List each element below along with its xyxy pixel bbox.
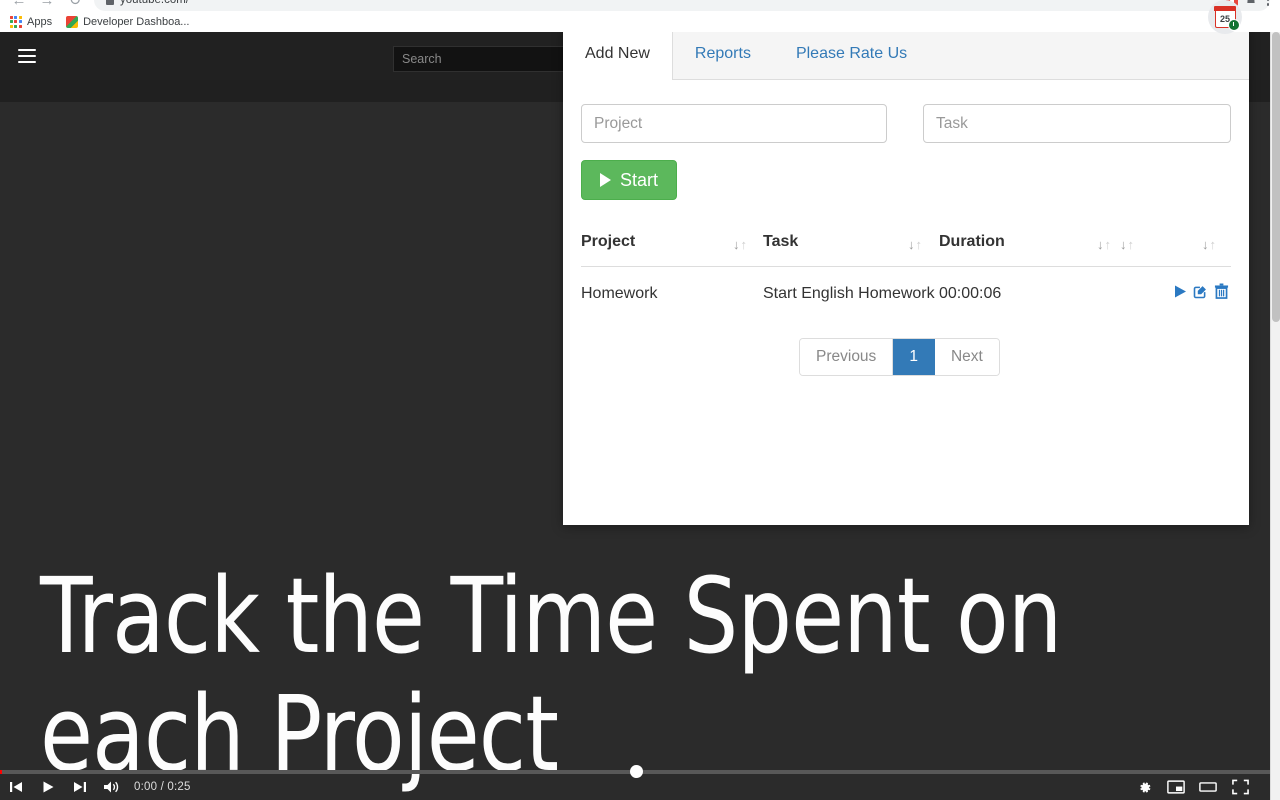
column-header-duration[interactable]: Duration ↓ ↑ [939,233,1114,267]
address-bar-url: youtube.com/ [120,0,190,6]
table-row: Homework Start English Homework 00:00:06 [581,267,1231,321]
video-controls-right [1128,774,1270,800]
gear-icon[interactable] [1128,774,1160,800]
play-icon[interactable] [1174,284,1187,299]
bookmark-developer-dashboard[interactable]: Developer Dashboa... [66,16,189,28]
theater-mode-icon[interactable] [1192,774,1224,800]
developer-dashboard-favicon [66,16,79,28]
kebab-menu-icon[interactable] [1260,0,1276,10]
cell-blank [1114,267,1174,321]
calendar-clock-icon: 25 [1213,5,1240,31]
cell-project: Homework [581,285,658,302]
play-icon [600,173,611,187]
task-input[interactable] [923,104,1231,143]
bookmark-apps-label: Apps [27,16,53,28]
save-page-icon[interactable]: ☗ [1244,0,1258,7]
tab-reports[interactable]: Reports [673,28,774,79]
pagination-page-1[interactable]: 1 [893,339,935,375]
start-button[interactable]: Start [581,160,678,200]
column-header-project[interactable]: Project ↓ ↑ [581,233,763,267]
lock-icon [106,0,114,5]
popup-tab-bar: Add New Reports Please Rate Us [563,28,1249,80]
column-header-task-label: Task [763,233,799,250]
clock-badge-icon [1227,18,1240,31]
extension-popup: Add New Reports Please Rate Us Start Pro… [563,28,1249,525]
tab-please-rate-us[interactable]: Please Rate Us [774,28,930,79]
column-header-actions[interactable]: ↓ ↑ [1174,233,1231,267]
bookmark-apps[interactable]: Apps [10,16,52,28]
row-action-group [1174,281,1231,299]
hamburger-menu-icon[interactable] [18,49,36,63]
youtube-search-placeholder: Search [402,52,442,66]
sort-updown-icon[interactable]: ↓ ↑ [908,238,922,251]
sort-updown-icon[interactable]: ↓ ↑ [1202,238,1216,251]
pagination-next[interactable]: Next [934,339,999,375]
cell-actions [1174,267,1231,321]
bookmark-developer-dashboard-label: Developer Dashboa... [83,16,190,28]
column-header-project-label: Project [581,233,636,250]
table-header-row: Project ↓ ↑ Task ↓ ↑ Duration ↓ ↑ ↓ ↑ ↓ … [581,233,1231,267]
page-scrollbar-thumb[interactable] [1272,32,1280,322]
project-input[interactable] [581,104,887,143]
fullscreen-icon[interactable] [1224,774,1256,800]
sort-updown-icon[interactable]: ↓ ↑ [1097,238,1111,251]
reload-icon[interactable]: ↻ [66,0,84,9]
sort-updown-icon[interactable]: ↓ ↑ [733,238,747,251]
video-controls-bar: 0:00 / 0:25 [0,774,1270,800]
table-body: Homework Start English Homework 00:00:06 [581,267,1231,321]
forward-arrow-icon[interactable]: → [38,0,56,9]
browser-chrome: ← → ↻ youtube.com/ ■ ☗ Apps Developer Da… [0,0,1280,34]
apps-grid-icon [10,16,22,28]
bookmarks-bar: Apps Developer Dashboa... [0,12,1280,32]
volume-icon[interactable] [96,774,128,800]
video-time-display: 0:00 / 0:25 [134,781,191,793]
entry-form [581,104,1231,143]
cell-task: Start English Homework [763,285,935,302]
next-track-icon[interactable] [64,774,96,800]
play-icon[interactable] [32,774,64,800]
edit-icon[interactable] [1193,284,1208,299]
cell-duration: 00:00:06 [939,285,1002,302]
address-bar[interactable]: youtube.com/ ■ ☗ [94,0,1270,11]
start-button-label: Start [620,169,659,190]
back-arrow-icon[interactable]: ← [10,0,28,9]
column-header-duration-label: Duration [939,233,1005,250]
trash-icon[interactable] [1214,283,1229,299]
popup-body: Start Project ↓↑ Task ↓↑ [563,80,1249,376]
column-header-blank-1[interactable]: ↓ ↑ [1114,233,1174,267]
miniplayer-icon[interactable] [1160,774,1192,800]
table-header: Project ↓ ↑ Task ↓ ↑ Duration ↓ ↑ ↓ ↑ ↓ … [581,233,1231,267]
extension-toolbar-button[interactable]: 25 [1208,0,1242,34]
tab-add-new[interactable]: Add New [563,28,673,80]
page-scrollbar[interactable] [1270,32,1280,800]
time-entries-table: Project ↓ ↑ Task ↓ ↑ Duration ↓ ↑ ↓ ↑ ↓ … [581,233,1231,320]
sort-updown-icon[interactable]: ↓ ↑ [1120,238,1134,251]
pagination: Previous 1 Next [799,338,1000,376]
previous-track-icon[interactable] [0,774,32,800]
column-header-task[interactable]: Task ↓ ↑ [763,233,939,267]
pagination-previous[interactable]: Previous [800,339,894,375]
video-headline-text: Track the Time Spent on each Project [40,555,1062,795]
